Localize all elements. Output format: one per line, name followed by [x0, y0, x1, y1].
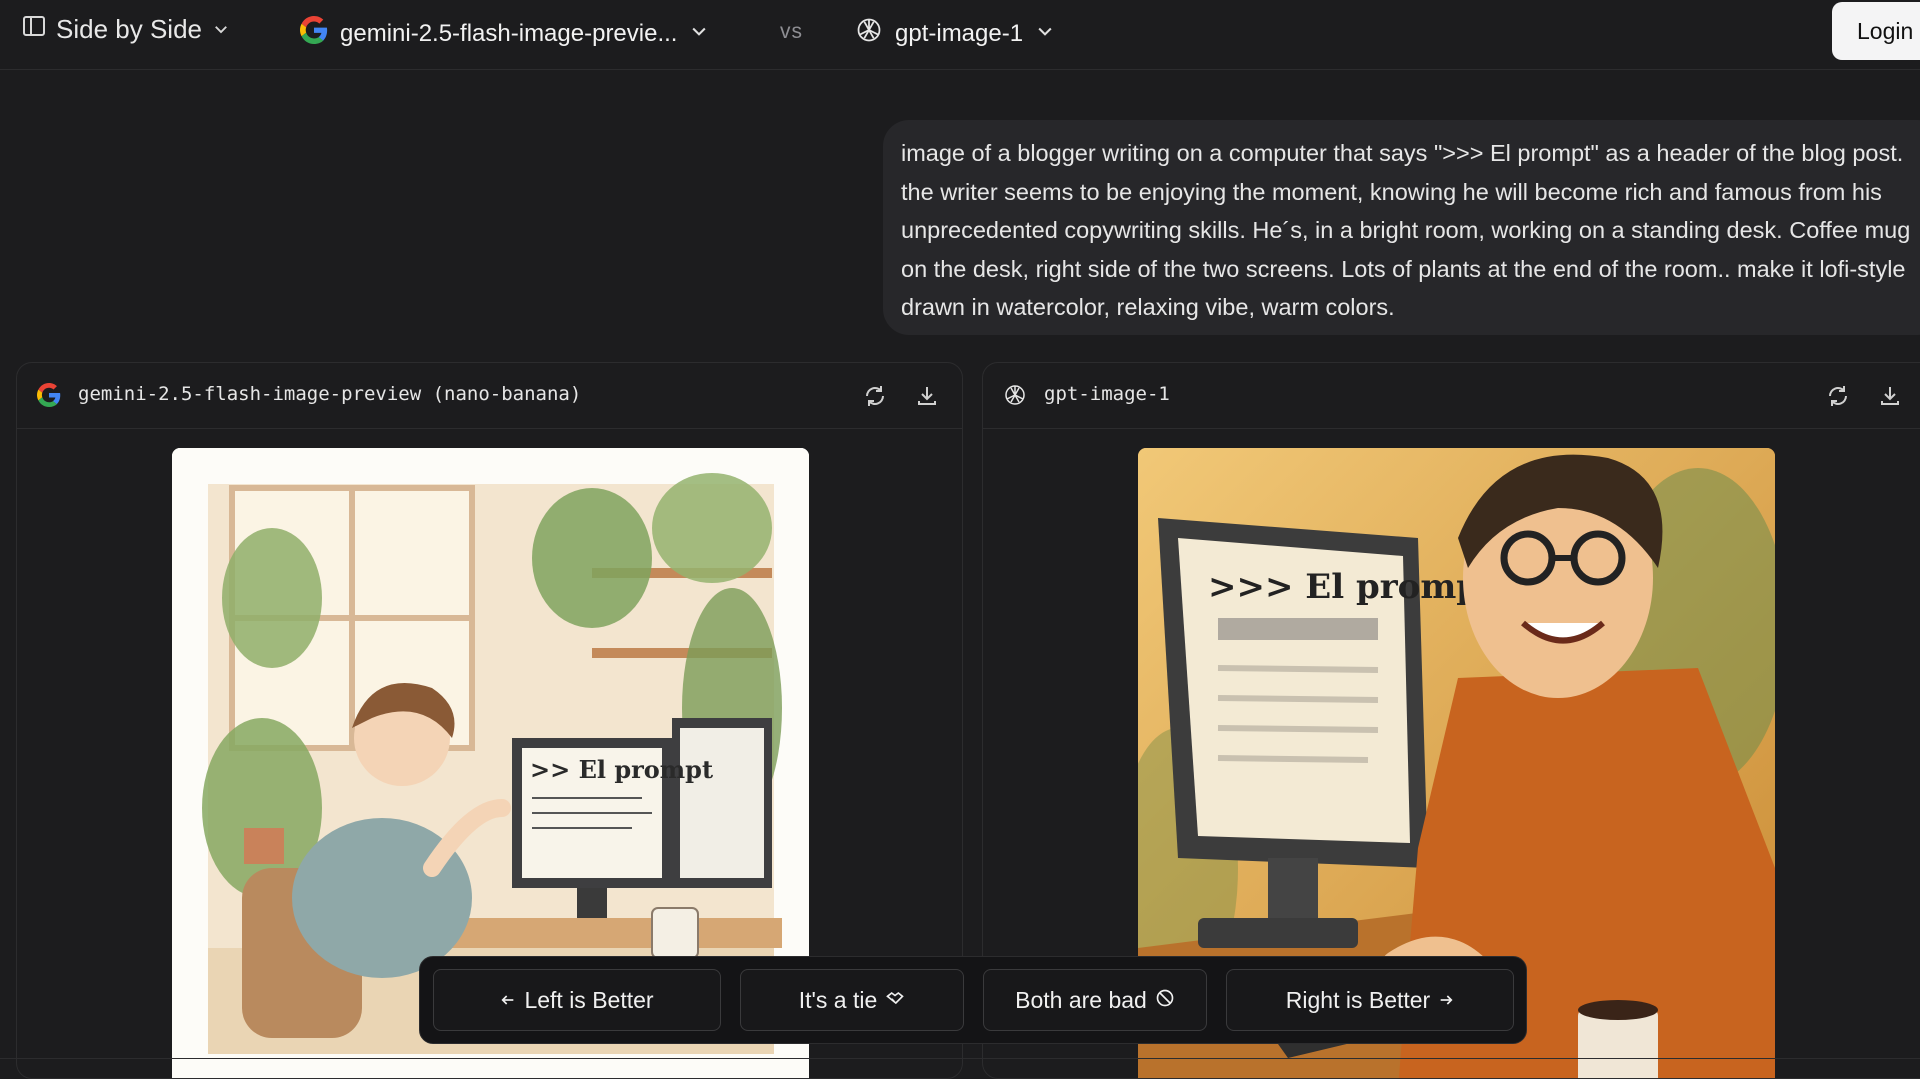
google-g-icon [300, 16, 328, 51]
vs-label: vs [780, 20, 803, 43]
handshake-icon [885, 987, 905, 1014]
tie-button[interactable]: It's a tie [740, 969, 964, 1031]
left-panel-header: gemini-2.5-flash-image-preview (nano-ban… [17, 363, 962, 429]
mode-selector[interactable]: Side by Side [22, 14, 230, 45]
right-panel-header: gpt-image-1 [983, 363, 1920, 429]
both-bad-label: Both are bad [1015, 986, 1147, 1013]
left-screen-text: >> El prompt [530, 755, 713, 784]
right-screen-text: >>> El prompt [1208, 567, 1496, 607]
top-bar: Side by Side gemini-2.5-flash-image-prev… [0, 0, 1920, 70]
left-panel-title: gemini-2.5-flash-image-preview (nano-ban… [78, 383, 582, 405]
refresh-icon[interactable] [1823, 381, 1853, 411]
right-model-selector[interactable]: gpt-image-1 [855, 16, 1055, 51]
chevron-down-icon [212, 14, 230, 45]
mode-label: Side by Side [56, 14, 202, 44]
right-model-name: gpt-image-1 [895, 19, 1024, 47]
chevron-down-icon [1035, 20, 1055, 48]
right-panel-title: gpt-image-1 [1044, 383, 1170, 405]
download-icon[interactable] [1875, 381, 1905, 411]
left-model-selector[interactable]: gemini-2.5-flash-image-previe... [300, 16, 709, 51]
left-is-better-label: Left is Better [524, 986, 654, 1013]
arrow-right-icon [1438, 987, 1454, 1014]
login-button[interactable]: Login [1832, 2, 1920, 60]
arrow-left-icon [500, 987, 516, 1014]
vote-bar: Left is Better It's a tie Both are bad R… [419, 956, 1527, 1044]
right-is-better-button[interactable]: Right is Better [1226, 969, 1514, 1031]
right-is-better-label: Right is Better [1285, 986, 1431, 1013]
left-model-name: gemini-2.5-flash-image-previe... [340, 19, 678, 47]
user-prompt-bubble: image of a blogger writing on a computer… [883, 120, 1920, 335]
bottom-divider [0, 1058, 1920, 1059]
openai-logo-icon [1003, 383, 1027, 412]
openai-logo-icon [855, 16, 883, 51]
both-bad-button[interactable]: Both are bad [983, 969, 1207, 1031]
google-g-icon [37, 383, 61, 412]
refresh-icon[interactable] [860, 381, 890, 411]
download-icon[interactable] [912, 381, 942, 411]
chevron-down-icon [689, 20, 709, 48]
sidebar-layout-icon [22, 14, 46, 45]
left-is-better-button[interactable]: Left is Better [433, 969, 721, 1031]
tie-label: It's a tie [798, 986, 878, 1013]
ban-icon [1155, 987, 1175, 1014]
